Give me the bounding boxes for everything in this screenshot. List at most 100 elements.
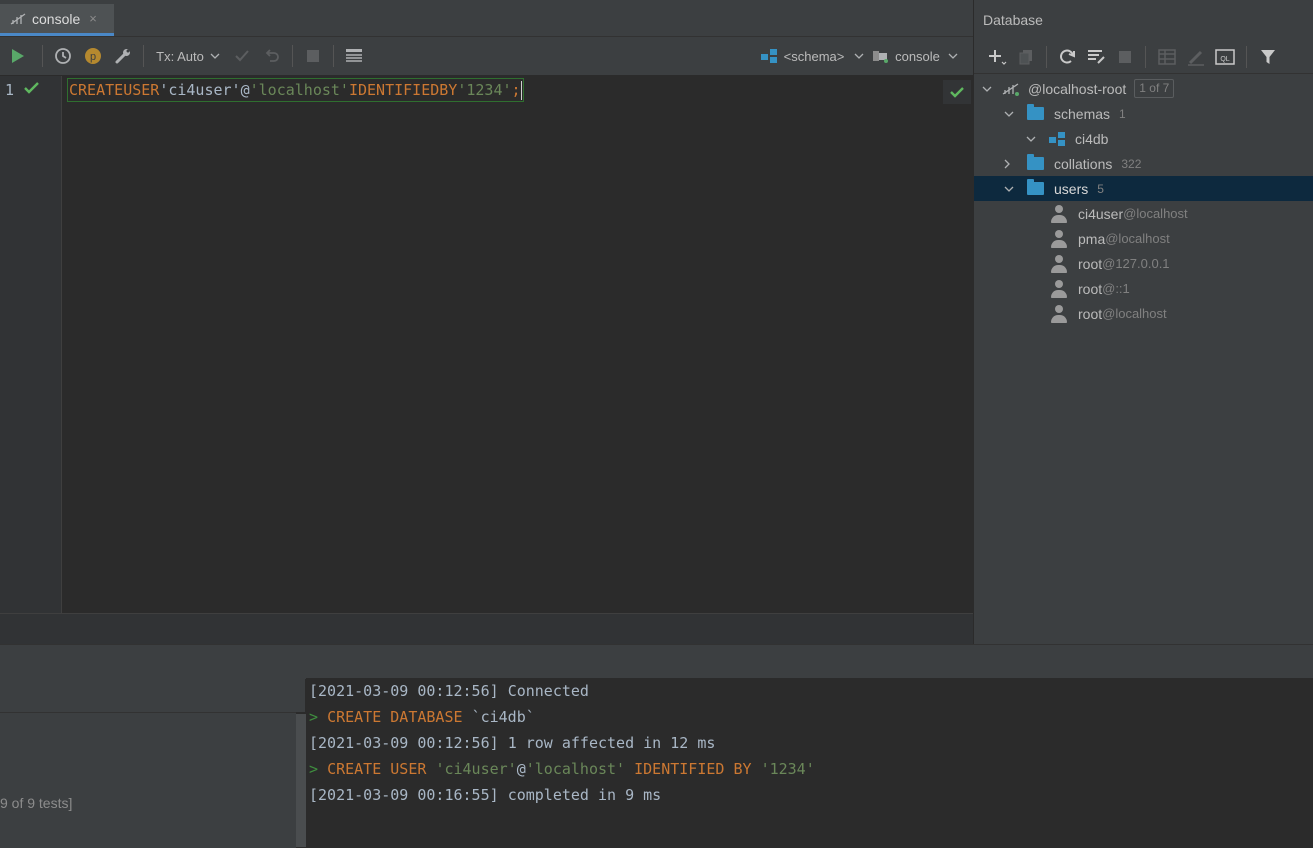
tree-label: schemas <box>1054 105 1111 122</box>
panel-title: Database <box>983 12 1043 28</box>
user-host: @localhost <box>1102 306 1167 321</box>
code-password: '1234' <box>457 81 512 99</box>
output-timestamp: [2021-03-09 00:16:55] <box>309 786 499 804</box>
code-semicolon: ; <box>511 81 521 99</box>
tree-user-item[interactable]: root @127.0.0.1 <box>974 251 1313 276</box>
database-toolbar: QL <box>974 40 1313 74</box>
close-icon[interactable]: × <box>89 11 97 26</box>
tree-users[interactable]: users 5 <box>974 176 1313 201</box>
code-line[interactable]: CREATE USER 'ci4user' @'localhost' IDENTI… <box>67 78 525 102</box>
output-string: '1234' <box>760 760 815 778</box>
panel-splitter[interactable] <box>296 714 306 847</box>
wrench-icon <box>115 49 130 64</box>
output-keyword: CREATE <box>327 760 382 778</box>
connection-label: @localhost-root <box>1028 80 1127 97</box>
stop-icon <box>1119 50 1131 63</box>
connection-icon <box>1002 82 1020 96</box>
user-name: root <box>1078 280 1103 297</box>
copy-icon <box>1019 49 1032 64</box>
services-tree <box>0 712 296 848</box>
toolbar-divider <box>333 45 334 67</box>
folder-icon <box>1027 154 1044 170</box>
commit-button[interactable] <box>226 42 258 70</box>
edit-button[interactable] <box>1182 43 1210 71</box>
query-console-button[interactable]: QL <box>1210 43 1240 71</box>
tree-label: collations <box>1054 155 1113 172</box>
tree-label: users <box>1054 180 1089 197</box>
run-button[interactable] <box>0 42 36 70</box>
p-button[interactable]: p <box>77 42 109 70</box>
editor-toolbar: p Tx: Auto <schema> console <box>0 37 973 75</box>
tree-user-item[interactable]: root @::1 <box>974 276 1313 301</box>
add-button[interactable] <box>982 43 1012 71</box>
tx-mode-label: Tx: Auto <box>156 48 204 64</box>
schema-sync-button[interactable] <box>1081 43 1111 71</box>
stop-button[interactable] <box>299 42 327 70</box>
user-icon <box>1049 204 1069 223</box>
tab-console[interactable]: console × <box>0 4 114 36</box>
duplicate-button[interactable] <box>1012 43 1040 71</box>
tree-schema-ci4db[interactable]: ci4db <box>974 126 1313 151</box>
user-host: @::1 <box>1102 281 1130 296</box>
chevron-down-icon <box>1004 111 1018 117</box>
check-icon <box>943 80 971 104</box>
code-at: @ <box>240 81 250 99</box>
svg-text:p: p <box>90 51 96 63</box>
tree-count: 1 <box>1119 106 1126 121</box>
output-table-button[interactable] <box>340 42 368 70</box>
sql-editor[interactable]: 1 CREATE USER 'ci4user' @'localhost' IDEN… <box>0 76 973 613</box>
output-line: > CREATE DATABASE `ci4db` <box>309 708 535 726</box>
tree-connection-root[interactable]: @localhost-root 1 of 7 <box>974 76 1313 101</box>
tx-mode-dropdown[interactable]: Tx: Auto <box>150 42 226 70</box>
user-name: pma <box>1078 230 1106 247</box>
user-icon <box>1049 229 1069 248</box>
code-keyword: CREATE <box>69 81 124 99</box>
svg-text:QL: QL <box>1220 56 1229 63</box>
output-keyword: BY <box>733 760 752 778</box>
user-host: @localhost <box>1105 231 1170 246</box>
sync-icon <box>1088 49 1105 64</box>
edit-icon <box>1188 50 1204 66</box>
history-button[interactable] <box>49 42 77 70</box>
toolbar-divider <box>42 45 43 67</box>
tree-schemas[interactable]: schemas 1 <box>974 101 1313 126</box>
toolbar-divider <box>143 45 144 67</box>
output-message: Connected <box>507 682 589 700</box>
services-toolbar <box>0 678 305 712</box>
output-message: completed in 9 ms <box>507 786 662 804</box>
schema-icon <box>760 49 777 63</box>
tree-user-item[interactable]: ci4user @localhost <box>974 201 1313 226</box>
stop-icon <box>307 50 319 62</box>
code-keyword: IDENTIFIED <box>348 81 440 99</box>
tree-user-item[interactable]: root @localhost <box>974 301 1313 326</box>
rollback-icon <box>265 49 279 62</box>
output-console[interactable]: [2021-03-09 00:12:56] Connected > CREATE… <box>306 678 1313 847</box>
table-button[interactable] <box>1152 43 1182 71</box>
rollback-button[interactable] <box>258 42 286 70</box>
output-line: [2021-03-09 00:12:56] 1 row affected in … <box>309 734 715 752</box>
output-string: 'ci4user' <box>435 760 517 778</box>
output-prompt: > <box>309 760 319 778</box>
tree-user-item[interactable]: pma @localhost <box>974 226 1313 251</box>
connection-badge: 1 of 7 <box>1134 79 1175 98</box>
table-icon <box>346 49 362 62</box>
schema-dropdown[interactable]: <schema> <box>757 42 867 70</box>
output-keyword: CREATE <box>327 708 382 726</box>
filter-button[interactable] <box>1253 43 1283 71</box>
tree-collations[interactable]: collations 322 <box>974 151 1313 176</box>
code-host: 'localhost' <box>249 81 349 99</box>
output-identifier: `ci4db` <box>471 708 535 726</box>
output-keyword: IDENTIFIED <box>634 760 725 778</box>
console-icon <box>10 12 26 25</box>
history-icon <box>55 48 71 64</box>
chevron-down-icon <box>210 53 220 59</box>
refresh-button[interactable] <box>1053 43 1081 71</box>
chevron-down-icon <box>982 86 996 92</box>
user-icon <box>1049 254 1069 273</box>
editor-status-strip <box>0 613 973 644</box>
stop-button[interactable] <box>1111 43 1139 71</box>
services-header <box>0 644 1313 679</box>
tree-count: 322 <box>1121 156 1142 171</box>
console-dropdown[interactable]: console <box>867 42 963 70</box>
settings-button[interactable] <box>109 42 137 70</box>
